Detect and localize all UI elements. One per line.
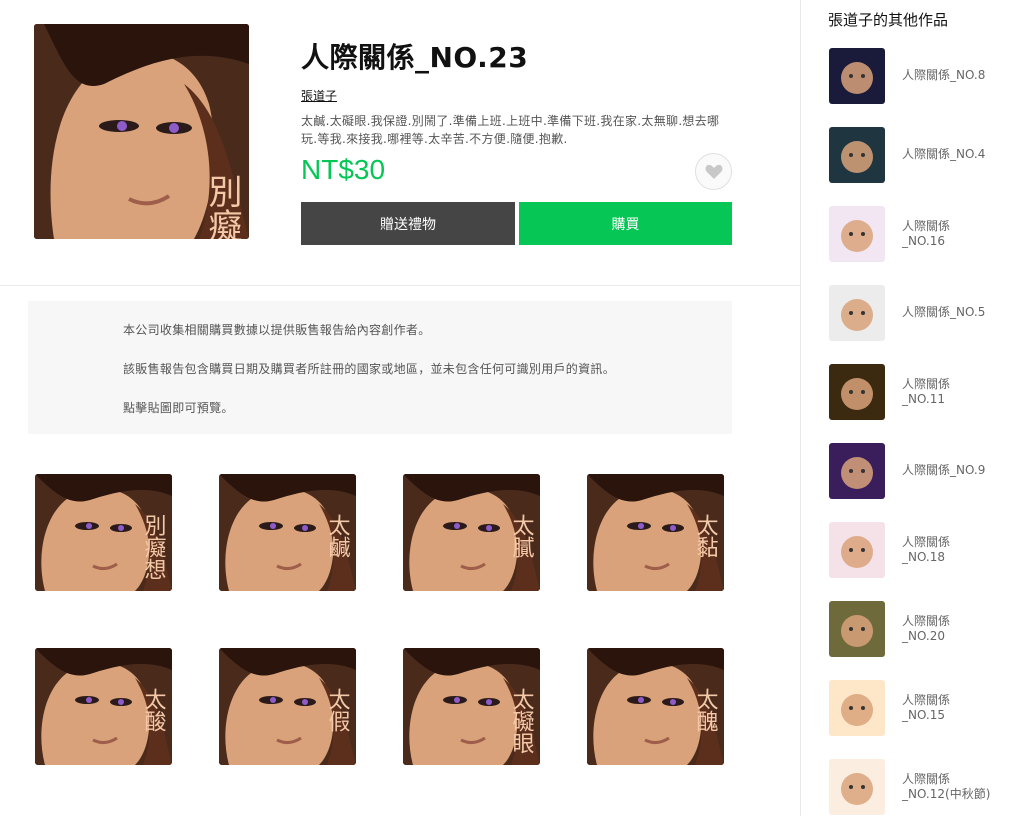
product-title: 人際關係_NO.23 (301, 41, 529, 74)
sticker-caption: 太酸 (141, 688, 167, 732)
sidebar-item-sublabel: _NO.16 (902, 234, 946, 248)
sidebar-item-thumbnail (829, 759, 885, 815)
sidebar-item-thumbnail (829, 443, 885, 499)
sidebar-item-label: 人際關係 (902, 614, 951, 628)
sidebar-item-thumbnail (829, 48, 885, 104)
sidebar-item-label: 人際關係 (902, 535, 951, 549)
sidebar-item[interactable]: 人際關係_NO.8 (829, 48, 1019, 108)
sticker-caption: 太黏 (693, 514, 719, 558)
sidebar-item[interactable]: 人際關係 _NO.12(中秋節) (829, 759, 1019, 816)
product-price: NT$30 (301, 154, 386, 185)
sidebar-item-label: 人際關係_NO.8 (902, 68, 986, 82)
sidebar-item-sublabel: _NO.11 (902, 392, 946, 406)
sidebar: 張道子的其他作品 人際關係_NO.8 人際關係_NO.4 人際關係 _NO.16 人際關… (800, 0, 1024, 816)
sidebar-item-label: 人際關係_NO.9 (902, 463, 986, 477)
sticker-caption: 太醜 (693, 688, 719, 732)
sidebar-item[interactable]: 人際關係_NO.9 (829, 443, 1019, 503)
sidebar-item[interactable]: 人際關係_NO.5 (829, 285, 1019, 345)
sidebar-item-sublabel: _NO.12(中秋節) (902, 787, 991, 801)
sticker-item[interactable]: 太假 (219, 648, 356, 765)
sticker-item[interactable]: 太黏 (587, 474, 724, 591)
sticker-item[interactable]: 太醜 (587, 648, 724, 765)
notice-line-1: 本公司收集相關購買數據以提供販售報告給內容創作者。 (123, 323, 431, 337)
sidebar-item-label: 人際關係 (902, 693, 951, 707)
sticker-caption: 太礙眼 (509, 688, 535, 754)
sidebar-item-thumbnail (829, 680, 885, 736)
favorite-button[interactable] (695, 153, 732, 190)
sticker-cover-image: 別癡想 (34, 24, 249, 239)
sidebar-item-sublabel: _NO.15 (902, 708, 946, 722)
sidebar-item-label: 人際關係 (902, 219, 951, 233)
sticker-item[interactable]: 別癡想 (35, 474, 172, 591)
sidebar-item-thumbnail (829, 522, 885, 578)
sidebar-item[interactable]: 人際關係_NO.4 (829, 127, 1019, 187)
sidebar-item-label: 人際關係_NO.4 (902, 147, 986, 161)
notice-line-3: 點擊貼圖即可預覽。 (123, 401, 234, 415)
sticker-item[interactable]: 太礙眼 (403, 648, 540, 765)
notice-line-2: 該販售報告包含購買日期及購買者所註冊的國家或地區，並未包含任何可識別用戶的資訊。 (123, 362, 616, 376)
sidebar-item-label: 人際關係 (902, 377, 951, 391)
sticker-item[interactable]: 太膩 (403, 474, 540, 591)
sticker-item[interactable]: 太酸 (35, 648, 172, 765)
sticker-caption: 太膩 (509, 514, 535, 558)
sticker-caption: 別癡想 (141, 514, 167, 580)
sidebar-item[interactable]: 人際關係 _NO.18 (829, 522, 1019, 582)
sidebar-item-thumbnail (829, 364, 885, 420)
sidebar-item[interactable]: 人際關係 _NO.16 (829, 206, 1019, 266)
sidebar-item-thumbnail (829, 206, 885, 262)
sidebar-item[interactable]: 人際關係 _NO.11 (829, 364, 1019, 424)
sidebar-item-thumbnail (829, 127, 885, 183)
sidebar-item-sublabel: _NO.20 (902, 629, 946, 643)
sidebar-title: 張道子的其他作品 (828, 11, 949, 29)
sidebar-item-label: 人際關係_NO.5 (902, 305, 986, 319)
sticker-item[interactable]: 太鹹 (219, 474, 356, 591)
main-content: 別癡想 人際關係_NO.23 張道子 太鹹.太礙眼.我保證.別鬧了.準備上班.上… (0, 0, 800, 816)
cover-caption: 別癡想 (202, 174, 242, 239)
sidebar-item-sublabel: _NO.18 (902, 550, 946, 564)
product-description: 太鹹.太礙眼.我保證.別鬧了.準備上班.上班中.準備下班.我在家.太無聊.想去哪… (301, 114, 720, 146)
buy-button[interactable]: 購買 (519, 202, 732, 245)
sticker-caption: 太假 (325, 688, 351, 732)
heart-icon (705, 164, 722, 179)
sidebar-item[interactable]: 人際關係 _NO.15 (829, 680, 1019, 740)
divider (0, 285, 800, 286)
gift-button[interactable]: 贈送禮物 (301, 202, 515, 245)
author-link[interactable]: 張道子 (301, 87, 337, 104)
sidebar-item[interactable]: 人際關係 _NO.20 (829, 601, 1019, 661)
sidebar-item-label: 人際關係 (902, 772, 951, 786)
sidebar-item-thumbnail (829, 601, 885, 657)
notice-box: 本公司收集相關購買數據以提供販售報告給內容創作者。 該販售報告包含購買日期及購買… (28, 301, 732, 434)
sidebar-item-thumbnail (829, 285, 885, 341)
sticker-caption: 太鹹 (325, 514, 351, 558)
